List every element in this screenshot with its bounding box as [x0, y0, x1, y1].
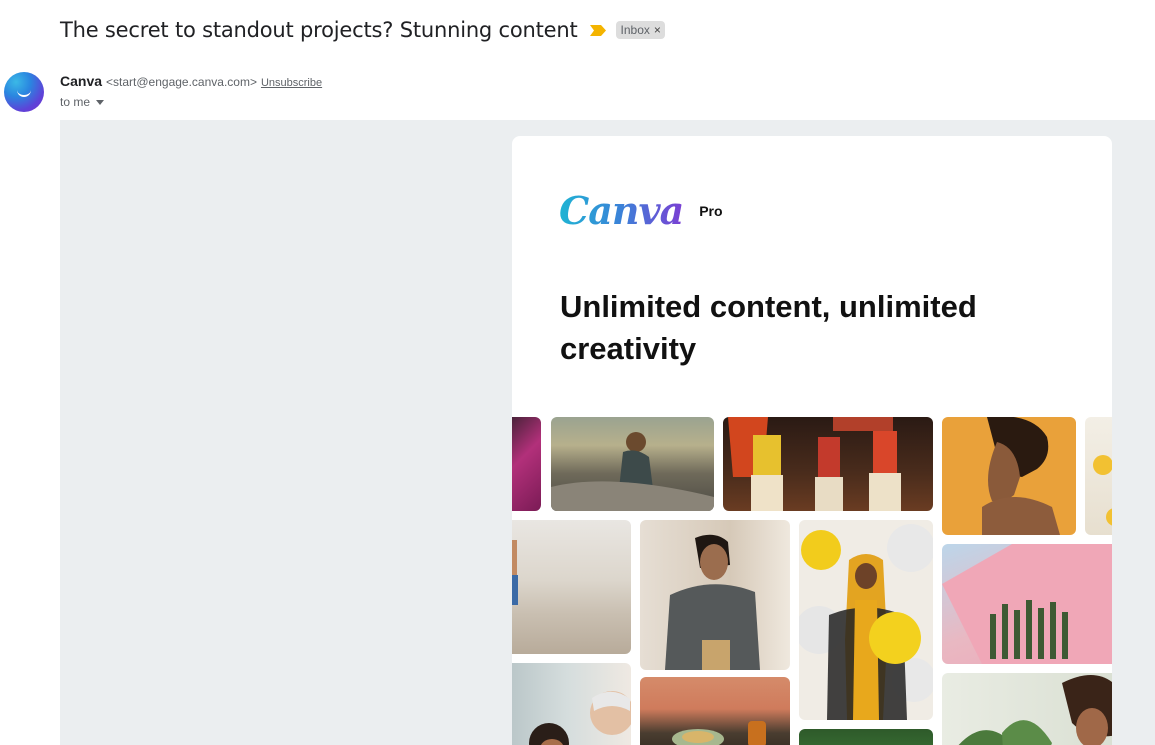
recipient-details-toggle[interactable]: to me — [60, 95, 105, 109]
collage-image-woman-yellow-hijab-fans[interactable] — [799, 520, 933, 720]
sender-row: Canva <start@engage.canva.com> Unsubscri… — [60, 73, 322, 89]
collage-image-hiker-on-rock[interactable] — [551, 417, 714, 511]
collage-image-woman-orange-background[interactable] — [942, 417, 1076, 535]
collage-image-table-with-food[interactable] — [640, 677, 790, 745]
headline: Unlimited content, unlimited creativity — [560, 289, 977, 366]
unsubscribe-link[interactable]: Unsubscribe — [261, 77, 322, 89]
remove-label-icon[interactable]: × — [654, 23, 661, 37]
email-content-card: Canva Pro Unlimited content, unlimited c… — [512, 136, 1112, 745]
subject-row: The secret to standout projects? Stunnin… — [60, 14, 665, 46]
sender-name[interactable]: Canva — [60, 73, 102, 89]
label-text: Inbox — [620, 23, 650, 37]
inbox-label-chip[interactable]: Inbox × — [615, 21, 665, 39]
recipient-text: to me — [60, 95, 91, 109]
collage-image-flowers-edge[interactable] — [1085, 417, 1112, 535]
logo-row: Canva Pro — [559, 188, 723, 233]
photo-collage[interactable] — [512, 417, 1112, 745]
collage-image-traditional-dancers[interactable] — [723, 417, 933, 511]
email-subject: The secret to standout projects? Stunnin… — [60, 18, 578, 42]
collage-image-green-trees[interactable] — [799, 729, 933, 745]
collage-image-grandfather-child[interactable] — [512, 663, 631, 745]
collage-image-woman-with-plants[interactable] — [942, 673, 1112, 745]
collage-image-magenta-fabric[interactable] — [512, 417, 541, 511]
collage-image-pink-wall-cactus[interactable] — [942, 544, 1112, 664]
canva-avatar-icon[interactable] — [4, 72, 44, 112]
importance-marker-icon[interactable] — [589, 24, 606, 36]
sender-email: <start@engage.canva.com> — [106, 75, 257, 89]
collage-image-beach-walker[interactable] — [512, 520, 631, 654]
collage-image-woman-grey-sweater[interactable] — [640, 520, 790, 670]
caret-down-icon[interactable] — [96, 99, 105, 105]
canva-logo[interactable]: Canva — [559, 188, 684, 233]
pro-badge: Pro — [699, 202, 723, 219]
